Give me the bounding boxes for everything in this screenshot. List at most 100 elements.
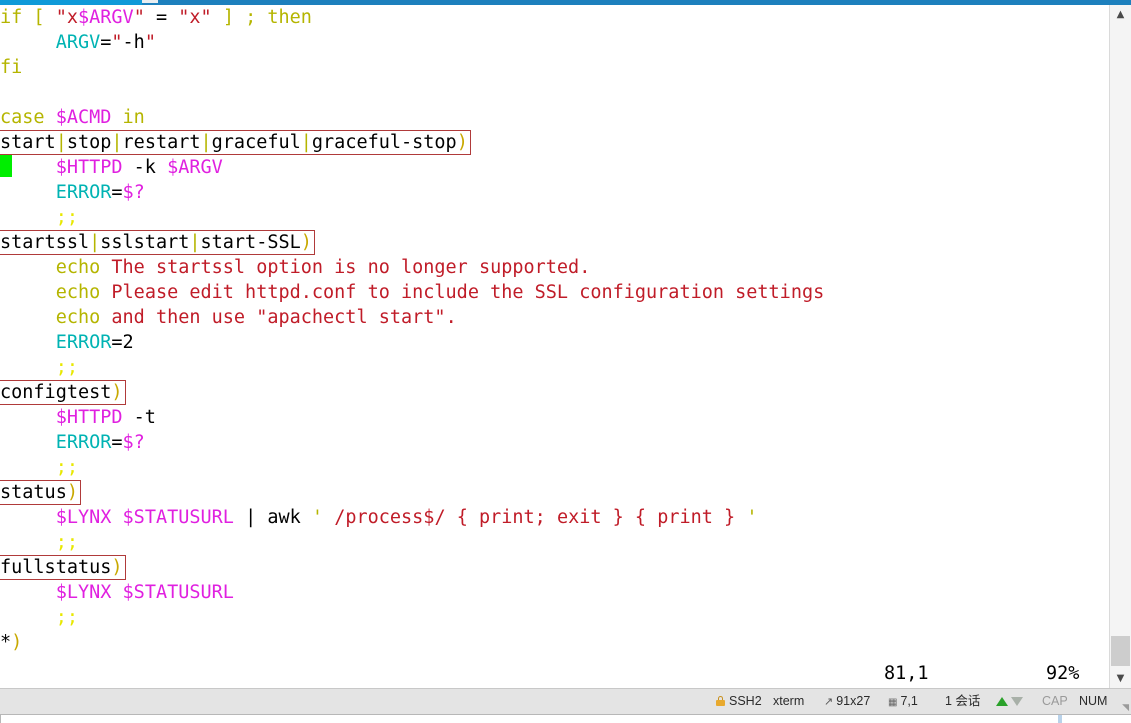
upload-arrow-icon — [996, 697, 1008, 706]
code-line-case: case $ACMD in — [0, 105, 1109, 130]
token-error-ident-3: ERROR — [55, 432, 112, 453]
token-label-fullstatus: fullstatus — [0, 557, 112, 578]
token-error-ident-1: ERROR — [55, 182, 112, 203]
token-label-start-ssl: start-SSL — [200, 232, 301, 253]
status-caps-lock: CAP — [1042, 689, 1068, 714]
token-label-restart: restart — [122, 132, 201, 153]
token-flag-k: -k — [133, 157, 156, 178]
token-quote-close: " — [133, 7, 145, 28]
token-assign-2: = — [111, 182, 123, 203]
code-line-httpd-k: $HTTPD -k $ARGV — [0, 155, 1109, 180]
code-line-fi: fi — [0, 55, 1109, 80]
scrollbar-thumb[interactable] — [1111, 636, 1130, 666]
token-error-value: 2 — [122, 332, 134, 353]
status-cursor-position[interactable]: ▦ 7,1 — [888, 689, 918, 714]
token-bracket-open: [ — [33, 7, 45, 28]
status-bar: SSH2 xterm ↗ 91x27 ▦ 7,1 1 会话 CAP NUM ◥ — [0, 688, 1131, 714]
token-quote-close-awk: ' — [746, 507, 758, 528]
ruler-scroll-percent: 92% — [1046, 663, 1080, 684]
resize-dimensions-icon: ↗ — [824, 696, 834, 708]
status-dimensions[interactable]: ↗ 91x27 — [824, 689, 870, 714]
token-statusurl-var-2: $STATUSURL — [122, 582, 234, 603]
token-msg-1: The startssl option is no longer support… — [111, 257, 591, 278]
status-num-lock: NUM — [1079, 689, 1107, 714]
token-echo-2: echo — [55, 282, 101, 303]
status-protocol-label: SSH2 — [729, 694, 762, 708]
window-left-edge — [0, 715, 1, 723]
token-quote-open-awk: ' — [311, 507, 324, 528]
token-in: in — [122, 107, 145, 128]
token-terminator-5: ;; — [55, 607, 78, 628]
code-line-case-label-status: status) — [0, 480, 1109, 505]
token-awk: awk — [267, 507, 301, 528]
code-line-lynx-statusurl: $LYNX $STATUSURL — [0, 580, 1109, 605]
token-terminator-2: ;; — [55, 357, 78, 378]
code-line-case-label-startssl: startssl|sslstart|start-SSL) — [0, 230, 1109, 255]
token-msg-3b: apachectl start — [267, 307, 435, 328]
code-line-argv-assign: ARGV="-h" — [0, 30, 1109, 55]
token-pipe-op: | — [245, 507, 257, 528]
token-argv-var-2: $ARGV — [167, 157, 223, 178]
token-label-status: status — [0, 482, 67, 503]
token-msg-2: Please edit httpd.conf to include the SS… — [111, 282, 825, 303]
token-flag-t: -t — [133, 407, 156, 428]
token-terminator-3: ;; — [55, 457, 78, 478]
code-line-echo-1: echo The startssl option is no longer su… — [0, 255, 1109, 280]
token-quote2-close: " — [200, 7, 212, 28]
background-window-edge — [0, 714, 1131, 723]
code-line-terminator-3: ;; — [0, 455, 1109, 480]
case-label-box-startssl: startssl|sslstart|start-SSL) — [0, 230, 315, 255]
token-lynx-var-1: $LYNX — [55, 507, 112, 528]
token-status-var-1: $? — [122, 182, 145, 203]
token-error-ident-2: ERROR — [55, 332, 112, 353]
status-dimensions-label: 91x27 — [836, 694, 871, 708]
token-label-graceful-stop: graceful-stop — [311, 132, 457, 153]
vim-block-cursor — [0, 155, 12, 177]
status-sessions[interactable]: 1 会话 — [945, 689, 980, 714]
token-rparen-1: ) — [456, 132, 468, 153]
token-pipe-4: | — [300, 132, 312, 153]
background-window-ghost-text — [12, 717, 15, 723]
download-arrow-icon — [1011, 697, 1024, 706]
token-assign-4: = — [111, 432, 123, 453]
vertical-scrollbar[interactable]: ▲ ▼ — [1109, 5, 1131, 688]
code-line-terminator-1: ;; — [0, 205, 1109, 230]
token-label-configtest: configtest — [0, 382, 112, 403]
token-acmd-var: $ACMD — [55, 107, 112, 128]
status-num-lock-label: NUM — [1079, 694, 1108, 708]
token-pipe-3: | — [200, 132, 212, 153]
resize-grip-icon[interactable]: ◥ — [1117, 701, 1129, 713]
token-quote4: " — [256, 307, 268, 328]
token-lynx-var-2: $LYNX — [55, 582, 112, 603]
token-statusurl-var-1: $STATUSURL — [122, 507, 234, 528]
cursor-position-icon: ▦ — [888, 697, 898, 708]
status-protocol[interactable]: SSH2 — [716, 689, 762, 714]
scroll-up-arrow-icon[interactable]: ▲ — [1110, 5, 1131, 24]
padlock-icon — [716, 696, 725, 706]
token-semicolon: ; — [245, 7, 257, 28]
token-then: then — [267, 7, 312, 28]
token-assign-3: = — [111, 332, 123, 353]
scroll-down-arrow-icon[interactable]: ▼ — [1110, 669, 1131, 688]
token-echo-3: echo — [55, 307, 101, 328]
status-terminal-type-label: xterm — [773, 694, 805, 708]
code-line-error-3: ERROR=$? — [0, 430, 1109, 455]
token-terminator-1: ;; — [55, 207, 78, 228]
token-awk-body: /process$/ { print; exit } { print } — [323, 507, 747, 528]
ruler-cursor-position: 81,1 — [884, 663, 929, 684]
token-label-graceful: graceful — [211, 132, 301, 153]
case-label-box-start: start|stop|restart|graceful|graceful-sto… — [0, 130, 471, 155]
status-terminal-type[interactable]: xterm — [773, 689, 804, 714]
code-line-case-label-start: start|stop|restart|graceful|graceful-sto… — [0, 130, 1109, 155]
token-quote3-close: " — [144, 32, 156, 53]
terminal-screen[interactable]: if [ "x$ARGV" = "x" ] ; then ARGV="-h" f… — [0, 5, 1109, 688]
case-label-box-fullstatus: fullstatus) — [0, 555, 126, 580]
code-line-if: if [ "x$ARGV" = "x" ] ; then — [0, 5, 1109, 30]
token-label-stop: stop — [66, 132, 112, 153]
code-line-case-label-configtest: configtest) — [0, 380, 1109, 405]
token-rparen-2: ) — [300, 232, 312, 253]
token-msg-3a: and then use — [111, 307, 257, 328]
token-rparen-5: ) — [111, 557, 123, 578]
status-cursor-position-label: 7,1 — [900, 694, 918, 708]
token-pipe-5: | — [89, 232, 101, 253]
